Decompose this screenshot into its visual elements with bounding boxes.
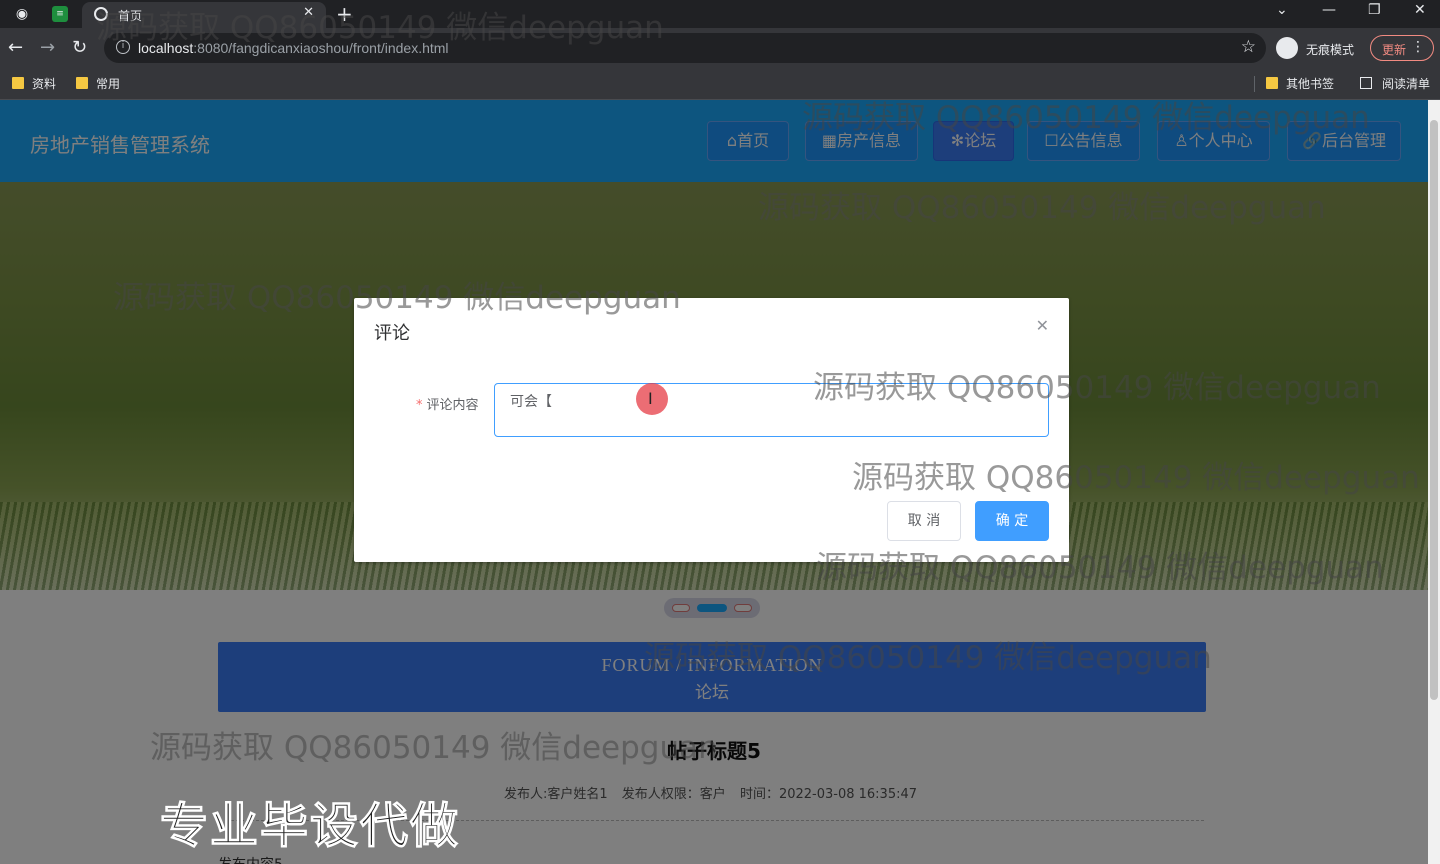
incognito-icon [1276,37,1298,59]
comment-dialog: 评论 ✕ *评论内容 可会【 取 消 确 定 [354,298,1069,562]
tab-bar: ◉ ≡ 首页 ✕ + ⌄ — ❐ ✕ [0,0,1440,28]
dialog-title: 评论 [374,323,410,344]
comment-textarea[interactable]: 可会【 [494,383,1049,437]
back-arrow-icon[interactable]: ← [8,37,23,58]
globe-icon[interactable]: ◉ [12,4,32,24]
omnibox[interactable]: i localhost:8080/fangdicanxiaoshou/front… [104,33,1266,63]
folder-icon [76,77,88,89]
minimize-icon[interactable]: — [1322,2,1336,18]
bookmark-folder[interactable]: 资料 [12,75,56,93]
divider [1254,76,1255,92]
reading-list-icon [1360,77,1372,89]
update-button[interactable]: 更新 ⋮ [1370,35,1434,61]
close-icon[interactable]: ✕ [303,5,314,20]
forward-arrow-icon[interactable]: → [40,37,55,58]
mouse-cursor-icon [636,383,668,415]
new-tab-icon[interactable]: + [336,2,353,26]
scrollbar-thumb[interactable] [1430,120,1438,700]
folder-icon [1266,77,1278,89]
tab-favicon-icon [94,7,108,21]
incognito-indicator[interactable]: 无痕模式 [1276,34,1362,62]
bookmark-folder[interactable]: 常用 [76,75,120,93]
folder-icon [12,77,24,89]
browser-tab[interactable]: 首页 ✕ [82,2,326,28]
tab-title: 首页 [118,9,143,23]
window-close-icon[interactable]: ✕ [1414,2,1426,18]
address-bar: ← → ↻ i localhost:8080/fangdicanxiaoshou… [0,28,1440,68]
url-text[interactable]: localhost:8080/fangdicanxiaoshou/front/i… [138,40,449,56]
confirm-button[interactable]: 确 定 [975,501,1049,541]
restore-icon[interactable]: ❐ [1368,2,1381,18]
sheets-app-icon[interactable]: ≡ [52,6,68,22]
info-icon[interactable]: i [116,40,130,54]
incognito-label: 无痕模式 [1306,43,1355,57]
bookmarks-bar: 资料 常用 其他书签 阅读清单 [0,68,1440,100]
close-icon[interactable]: ✕ [1036,316,1049,335]
scrollbar[interactable] [1428,100,1440,864]
promo-text: 专业毕设代做 [159,798,461,855]
update-label: 更新 [1382,43,1407,57]
chevron-down-icon[interactable]: ⌄ [1276,2,1288,18]
required-mark: * [416,398,423,413]
cancel-button[interactable]: 取 消 [887,501,961,541]
comment-field-label: * 评论内容 [416,398,479,413]
page-content: 房地产销售管理系统 ⌂首页 ▦房产信息 ✻论坛 ☐公告信息 ♙个人中心 🔗后台管… [0,100,1428,864]
star-icon[interactable]: ☆ [1241,37,1256,57]
other-bookmarks[interactable]: 其他书签 [1266,75,1334,93]
more-menu-icon[interactable]: ⋮ [1411,39,1425,55]
reading-list[interactable]: 阅读清单 [1360,75,1430,93]
reload-icon[interactable]: ↻ [72,37,87,58]
